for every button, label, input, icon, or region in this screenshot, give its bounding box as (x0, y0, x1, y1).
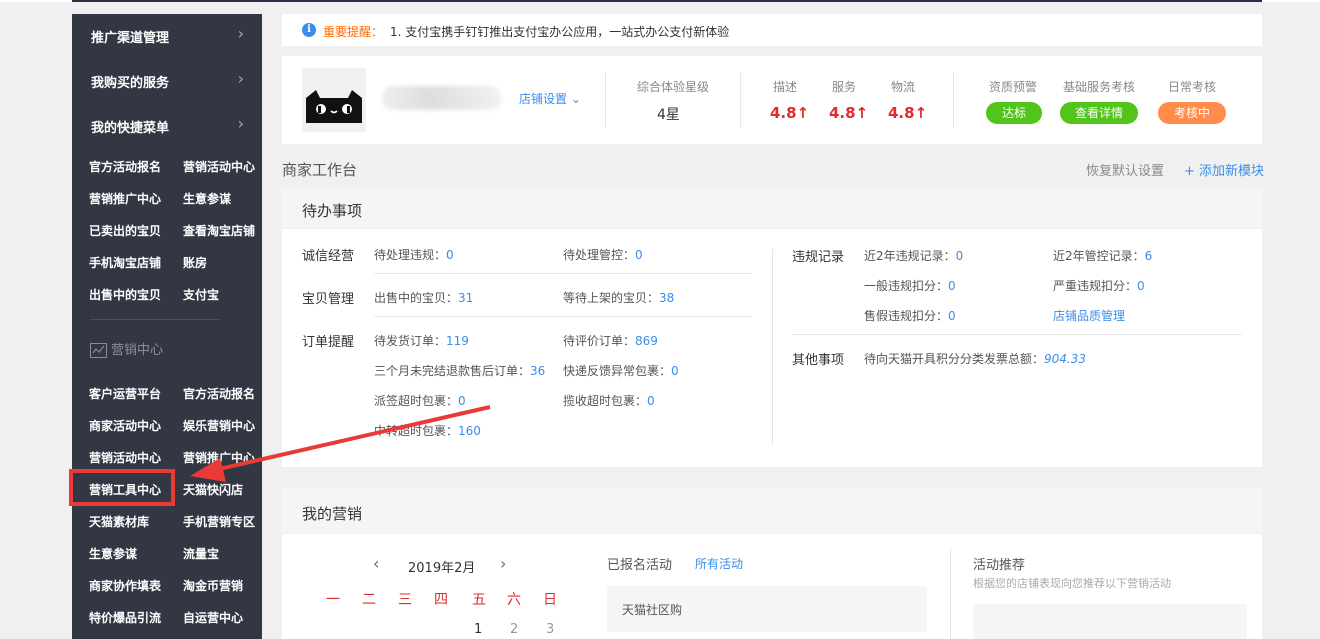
annotation-arrow-icon (190, 405, 491, 482)
